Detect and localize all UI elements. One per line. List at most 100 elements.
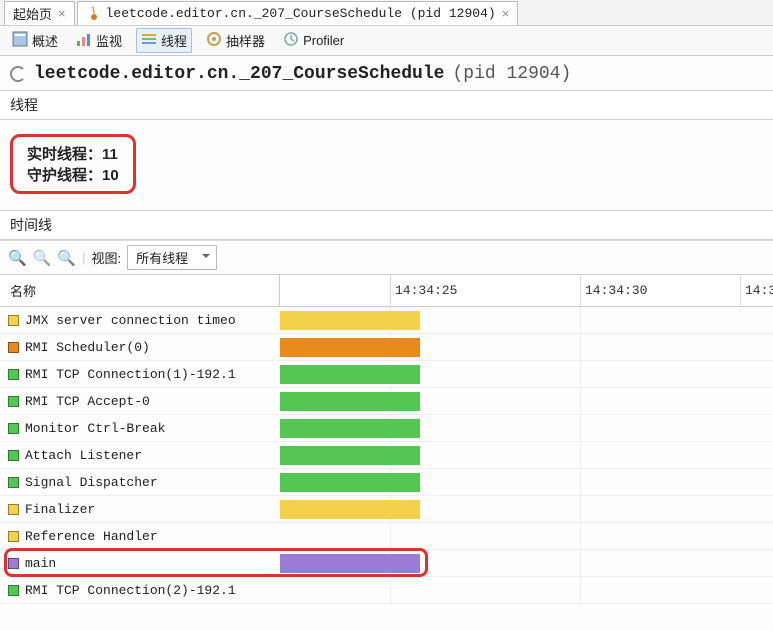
- thread-row[interactable]: Reference Handler: [0, 523, 773, 550]
- thread-color-swatch: [8, 450, 19, 461]
- time-tick: 14:34: [740, 275, 773, 306]
- zoom-fit-icon[interactable]: 🔍: [57, 249, 76, 267]
- live-threads-label: 实时线程：: [27, 146, 102, 163]
- thread-activity-bar: [280, 473, 420, 492]
- time-tick: 14:34:25: [390, 275, 457, 306]
- thread-name: JMX server connection timeo: [25, 313, 236, 328]
- thread-activity-bar: [280, 365, 420, 384]
- tab-file[interactable]: leetcode.editor.cn._207_CourseSchedule (…: [77, 1, 519, 25]
- refresh-icon[interactable]: [10, 66, 26, 82]
- thread-name: Finalizer: [25, 502, 95, 517]
- thread-bar-cell: [280, 361, 773, 387]
- thread-activity-bar: [280, 338, 420, 357]
- thread-row[interactable]: Signal Dispatcher: [0, 469, 773, 496]
- thread-row[interactable]: RMI Scheduler(0): [0, 334, 773, 361]
- thread-name: RMI TCP Connection(2)-192.1: [25, 583, 236, 598]
- thread-name-cell: main: [0, 556, 280, 571]
- timeline-controls: 🔍 🔍 🔍 | 视图: 所有线程: [0, 240, 773, 274]
- separator: |: [82, 250, 85, 265]
- tab-monitor[interactable]: 监视: [72, 29, 126, 52]
- close-icon[interactable]: ×: [58, 6, 66, 21]
- thread-name-cell: RMI TCP Connection(2)-192.1: [0, 583, 280, 598]
- thread-color-swatch: [8, 369, 19, 380]
- thread-name: RMI TCP Connection(1)-192.1: [25, 367, 236, 382]
- thread-color-swatch: [8, 477, 19, 488]
- thread-bar-cell: [280, 415, 773, 441]
- thread-activity-bar: [280, 554, 420, 573]
- thread-color-swatch: [8, 585, 19, 596]
- thread-bar-cell: [280, 523, 773, 549]
- thread-bar-cell: [280, 577, 773, 603]
- column-name: 名称: [0, 275, 280, 306]
- sampler-icon: [206, 31, 222, 50]
- thread-color-swatch: [8, 423, 19, 434]
- tab-overview[interactable]: 概述: [8, 29, 62, 52]
- thread-color-swatch: [8, 342, 19, 353]
- thread-bar-cell: [280, 388, 773, 414]
- thread-name-cell: RMI TCP Connection(1)-192.1: [0, 367, 280, 382]
- daemon-threads-label: 守护线程：: [27, 167, 102, 184]
- thread-bar-cell: [280, 550, 773, 576]
- overview-icon: [12, 31, 28, 50]
- pid-label: (pid 12904): [452, 64, 571, 84]
- thread-row[interactable]: RMI TCP Accept-0: [0, 388, 773, 415]
- tab-threads[interactable]: 线程: [136, 28, 192, 53]
- thread-color-swatch: [8, 558, 19, 569]
- thread-activity-bar: [280, 311, 420, 330]
- tab-start[interactable]: 起始页 ×: [4, 1, 75, 25]
- tab-start-label: 起始页: [13, 4, 52, 23]
- thread-name-cell: Monitor Ctrl-Break: [0, 421, 280, 436]
- zoom-in-icon[interactable]: 🔍: [8, 249, 27, 267]
- file-tabs: 起始页 × leetcode.editor.cn._207_CourseSche…: [0, 0, 773, 26]
- view-label: 视图:: [91, 248, 121, 267]
- zoom-out-icon[interactable]: 🔍: [33, 249, 52, 267]
- thread-row[interactable]: RMI TCP Connection(2)-192.1: [0, 577, 773, 604]
- tab-monitor-label: 监视: [96, 31, 122, 50]
- thread-name-cell: Reference Handler: [0, 529, 280, 544]
- tab-profiler[interactable]: Profiler: [279, 29, 348, 52]
- thread-bar-cell: [280, 496, 773, 522]
- thread-activity-bar: [280, 500, 420, 519]
- time-axis: 14:34:25 14:34:30 14:34: [280, 275, 773, 306]
- thread-name: Signal Dispatcher: [25, 475, 158, 490]
- thread-color-swatch: [8, 531, 19, 542]
- time-tick: 14:34:30: [580, 275, 647, 306]
- thread-name: RMI Scheduler(0): [25, 340, 150, 355]
- section-timeline: 时间线: [0, 210, 773, 240]
- page-title: leetcode.editor.cn._207_CourseSchedule: [34, 64, 444, 84]
- java-icon: [86, 5, 102, 21]
- thread-row[interactable]: main: [0, 550, 773, 577]
- thread-bar-cell: [280, 442, 773, 468]
- threads-icon: [141, 31, 157, 50]
- thread-row[interactable]: JMX server connection timeo: [0, 307, 773, 334]
- thread-color-swatch: [8, 504, 19, 515]
- thread-row[interactable]: RMI TCP Connection(1)-192.1: [0, 361, 773, 388]
- timeline-header: 名称 14:34:25 14:34:30 14:34: [0, 274, 773, 307]
- thread-name-cell: Signal Dispatcher: [0, 475, 280, 490]
- close-icon[interactable]: ×: [502, 6, 510, 21]
- thread-color-swatch: [8, 315, 19, 326]
- page-heading: leetcode.editor.cn._207_CourseSchedule (…: [0, 56, 773, 88]
- thread-name-cell: RMI Scheduler(0): [0, 340, 280, 355]
- tab-file-label: leetcode.editor.cn._207_CourseSchedule (…: [106, 6, 496, 21]
- section-threads: 线程: [0, 90, 773, 120]
- thread-stats-box: 实时线程：11 守护线程：10: [10, 134, 136, 194]
- thread-name-cell: JMX server connection timeo: [0, 313, 280, 328]
- thread-activity-bar: [280, 392, 420, 411]
- thread-name: Attach Listener: [25, 448, 142, 463]
- thread-name: RMI TCP Accept-0: [25, 394, 150, 409]
- thread-row[interactable]: Monitor Ctrl-Break: [0, 415, 773, 442]
- tab-sampler[interactable]: 抽样器: [202, 29, 269, 52]
- tab-profiler-label: Profiler: [303, 33, 344, 48]
- thread-activity-bar: [280, 446, 420, 465]
- view-dropdown[interactable]: 所有线程: [127, 245, 217, 270]
- thread-name-cell: Attach Listener: [0, 448, 280, 463]
- live-threads-value: 11: [102, 146, 118, 163]
- thread-bar-cell: [280, 334, 773, 360]
- thread-row[interactable]: Finalizer: [0, 496, 773, 523]
- thread-row[interactable]: Attach Listener: [0, 442, 773, 469]
- thread-name-cell: RMI TCP Accept-0: [0, 394, 280, 409]
- view-dropdown-value: 所有线程: [136, 248, 188, 267]
- thread-bar-cell: [280, 307, 773, 333]
- tab-sampler-label: 抽样器: [226, 31, 265, 50]
